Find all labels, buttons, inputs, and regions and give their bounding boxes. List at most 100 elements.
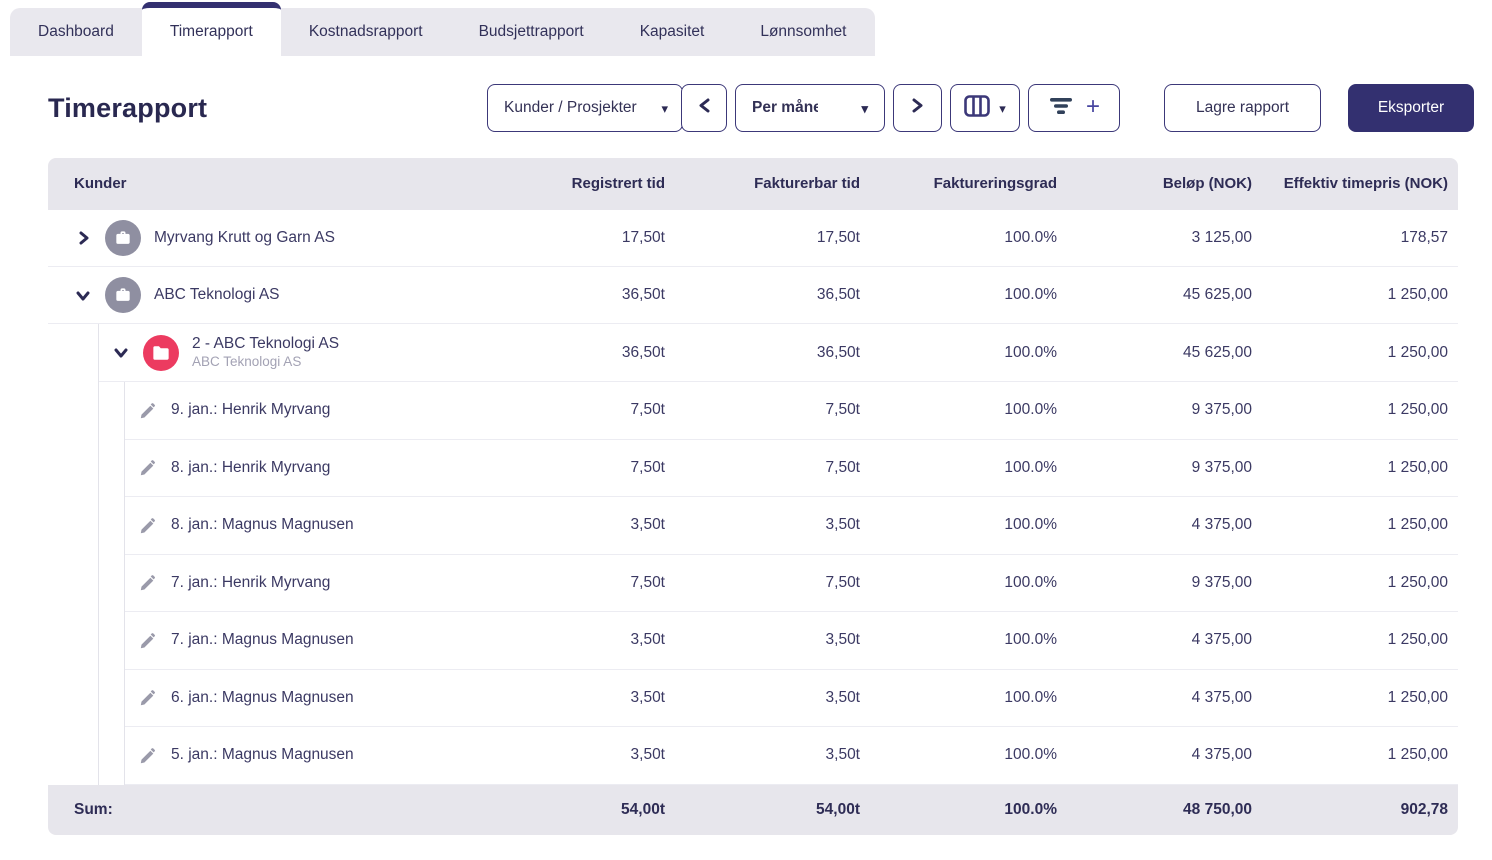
customer-row: Myrvang Krutt og Garn AS 17,50t 17,50t 1… — [48, 210, 1458, 267]
tab-lonnsomhet[interactable]: Lønnsomhet — [732, 8, 874, 56]
registrert-tid-value: 3,50t — [630, 631, 665, 649]
table-header: Kunder Registrert tid Fakturerbar tid Fa… — [48, 158, 1458, 210]
chevron-right-icon — [911, 98, 924, 118]
belop-value: 3 125,00 — [1191, 229, 1252, 246]
edit-pencil-icon[interactable] — [138, 688, 158, 708]
project-group: 2 - ABC Teknologi AS ABC Teknologi AS 36… — [98, 324, 1458, 785]
col-faktureringsgrad: Faktureringsgrad — [933, 174, 1057, 192]
edit-pencil-icon[interactable] — [138, 458, 158, 478]
edit-pencil-icon[interactable] — [138, 745, 158, 765]
col-fakturerbar-tid: Fakturerbar tid — [754, 174, 860, 192]
collapse-chevron-down-icon[interactable] — [112, 344, 130, 362]
belop-value: 4 375,00 — [1191, 746, 1252, 764]
faktureringsgrad-value: 100.0% — [1004, 458, 1057, 476]
entry-label: 8. jan.: Magnus Magnusen — [171, 516, 354, 534]
header-row: Timerapport Kunder / Prosjekter ▾ Per må… — [0, 56, 1492, 158]
registrert-tid-value: 36,50t — [621, 343, 665, 361]
filter-icon — [1048, 96, 1074, 121]
columns-icon — [964, 94, 991, 122]
prev-period-button[interactable] — [681, 84, 727, 132]
belop-value: 9 375,00 — [1191, 573, 1252, 591]
registrert-tid-value: 36,50t — [621, 286, 665, 303]
sum-belop: 48 750,00 — [1183, 800, 1252, 818]
time-entry-row: 5. jan.: Magnus Magnusen 3,50t 3,50t 100… — [125, 727, 1458, 785]
fakturerbar-tid-value: 36,50t — [816, 343, 860, 361]
customer-name: ABC Teknologi AS — [154, 286, 280, 303]
faktureringsgrad-value: 100.0% — [1004, 631, 1057, 649]
tab-dashboard[interactable]: Dashboard — [10, 8, 142, 56]
timepris-value: 1 250,00 — [1387, 401, 1448, 419]
registrert-tid-value: 7,50t — [630, 573, 665, 591]
edit-pencil-icon[interactable] — [138, 400, 158, 420]
tab-timerapport[interactable]: Timerapport — [141, 2, 281, 56]
entry-label: 8. jan.: Henrik Myrvang — [171, 458, 331, 476]
period-select[interactable]: Per måned ▾ — [735, 84, 885, 132]
columns-button[interactable]: ▾ — [950, 84, 1020, 132]
sum-label: Sum: — [74, 800, 113, 818]
export-button[interactable]: Eksporter — [1348, 84, 1474, 132]
entry-label: 6. jan.: Magnus Magnusen — [171, 688, 354, 706]
sum-faktureringsgrad: 100.0% — [1004, 800, 1057, 818]
next-period-button[interactable] — [893, 84, 942, 132]
save-report-button[interactable]: Lagre rapport — [1164, 84, 1321, 132]
faktureringsgrad-value: 100.0% — [1004, 746, 1057, 764]
briefcase-icon — [105, 220, 141, 256]
grouping-select[interactable]: Kunder / Prosjekter ▾ — [487, 84, 683, 132]
faktureringsgrad-value: 100.0% — [1004, 401, 1057, 419]
faktureringsgrad-value: 100.0% — [1004, 688, 1057, 706]
edit-pencil-icon[interactable] — [138, 630, 158, 650]
sum-row: Sum: 54,00t 54,00t 100.0% 48 750,00 902,… — [48, 784, 1458, 835]
entries-group: 9. jan.: Henrik Myrvang 7,50t 7,50t 100.… — [124, 382, 1458, 785]
timepris-value: 178,57 — [1400, 229, 1448, 246]
collapse-chevron-down-icon[interactable] — [74, 286, 92, 304]
time-entry-row: 7. jan.: Magnus Magnusen 3,50t 3,50t 100… — [125, 612, 1458, 670]
registrert-tid-value: 3,50t — [630, 746, 665, 764]
project-row: 2 - ABC Teknologi AS ABC Teknologi AS 36… — [99, 324, 1458, 382]
fakturerbar-tid-value: 17,50t — [816, 229, 860, 246]
tab-budsjettrapport[interactable]: Budsjettrapport — [451, 8, 612, 56]
sum-registrert-tid: 54,00t — [621, 800, 665, 818]
belop-value: 9 375,00 — [1191, 458, 1252, 476]
folder-icon — [143, 334, 179, 371]
tab-kapasitet[interactable]: Kapasitet — [612, 8, 733, 56]
col-kunder: Kunder — [74, 174, 127, 192]
timerapport-page: Dashboard Timerapport Kostnadsrapport Bu… — [0, 0, 1492, 860]
timepris-value: 1 250,00 — [1387, 746, 1448, 764]
timepris-value: 1 250,00 — [1387, 516, 1448, 534]
toolbar: Kunder / Prosjekter ▾ Per måned ▾ — [487, 84, 1474, 132]
fakturerbar-tid-value: 7,50t — [825, 573, 860, 591]
faktureringsgrad-value: 100.0% — [1004, 286, 1057, 303]
edit-pencil-icon[interactable] — [138, 515, 158, 535]
edit-pencil-icon[interactable] — [138, 573, 158, 593]
registrert-tid-value: 7,50t — [630, 401, 665, 419]
time-entry-row: 7. jan.: Henrik Myrvang 7,50t 7,50t 100.… — [125, 555, 1458, 612]
faktureringsgrad-value: 100.0% — [1004, 229, 1057, 246]
time-entry-row: 6. jan.: Magnus Magnusen 3,50t 3,50t 100… — [125, 670, 1458, 727]
fakturerbar-tid-value: 36,50t — [816, 286, 860, 303]
expand-chevron-right-icon[interactable] — [74, 229, 92, 247]
add-filter-button[interactable]: + — [1028, 84, 1120, 132]
timepris-value: 1 250,00 — [1387, 631, 1448, 649]
entry-label: 9. jan.: Henrik Myrvang — [171, 401, 331, 419]
briefcase-icon — [105, 277, 141, 313]
timepris-value: 1 250,00 — [1387, 343, 1448, 361]
entry-label: 7. jan.: Magnus Magnusen — [171, 631, 354, 649]
chevron-down-icon: ▾ — [861, 100, 868, 116]
tab-bar: Dashboard Timerapport Kostnadsrapport Bu… — [10, 2, 875, 56]
belop-value: 4 375,00 — [1191, 516, 1252, 534]
timepris-value: 1 250,00 — [1387, 286, 1448, 303]
belop-value: 9 375,00 — [1191, 401, 1252, 419]
tab-kostnadsrapport[interactable]: Kostnadsrapport — [281, 8, 451, 56]
timepris-value: 1 250,00 — [1387, 573, 1448, 591]
chevron-down-icon: ▾ — [661, 100, 668, 116]
customer-name: Myrvang Krutt og Garn AS — [154, 229, 335, 246]
registrert-tid-value: 7,50t — [630, 458, 665, 476]
page-title: Timerapport — [48, 92, 208, 123]
chevron-down-icon: ▾ — [999, 100, 1006, 116]
faktureringsgrad-value: 100.0% — [1004, 343, 1057, 361]
faktureringsgrad-value: 100.0% — [1004, 516, 1057, 534]
sum-timepris: 902,78 — [1400, 800, 1448, 818]
fakturerbar-tid-value: 7,50t — [825, 458, 860, 476]
entry-label: 5. jan.: Magnus Magnusen — [171, 746, 354, 764]
project-name: 2 - ABC Teknologi AS — [192, 335, 340, 353]
